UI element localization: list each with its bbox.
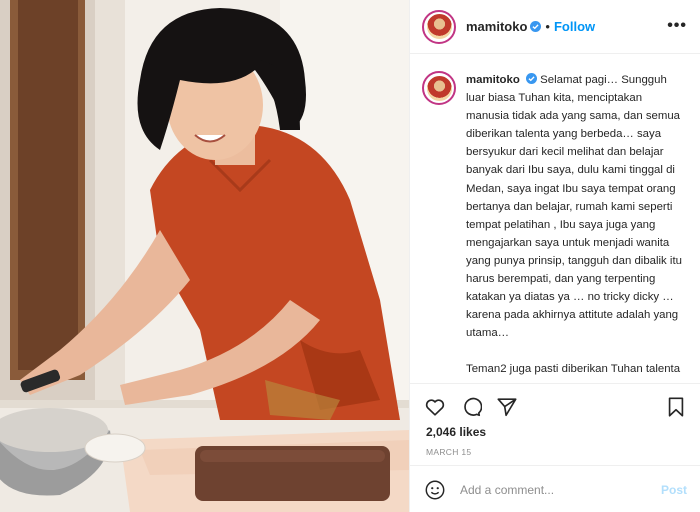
post-header: mamitoko • Follow ••• bbox=[410, 0, 700, 54]
verified-badge-icon bbox=[525, 73, 537, 84]
comment-bar: Post bbox=[410, 465, 700, 512]
username[interactable]: mamitoko bbox=[466, 19, 527, 34]
heart-icon[interactable] bbox=[424, 396, 446, 418]
caption-username[interactable]: mamitoko bbox=[466, 74, 520, 86]
caption-lead: Selamat pagi… Sungguh luar biasa Tuhan k… bbox=[466, 74, 682, 340]
photo-image bbox=[0, 0, 409, 512]
avatar[interactable] bbox=[422, 9, 456, 44]
caption-area[interactable]: mamitoko Selamat pagi… Sungguh luar bias… bbox=[410, 55, 700, 382]
post-comment-button[interactable]: Post bbox=[661, 483, 687, 497]
bookmark-icon[interactable] bbox=[665, 396, 687, 418]
share-icon[interactable] bbox=[496, 396, 518, 418]
separator-dot: • bbox=[545, 19, 550, 34]
more-options-icon[interactable]: ••• bbox=[667, 17, 687, 35]
emoji-icon[interactable] bbox=[424, 479, 446, 501]
actions-section: 2,046 likes MARCH 15 Post bbox=[410, 383, 700, 512]
caption-second-paragraph: Teman2 juga pasti diberikan Tuhan talent… bbox=[466, 363, 681, 382]
post-side-panel: mamitoko • Follow ••• mamitoko Selamat p… bbox=[409, 0, 700, 512]
post-date[interactable]: MARCH 15 bbox=[426, 447, 471, 457]
caption-row: mamitoko Selamat pagi… Sungguh luar bias… bbox=[422, 71, 689, 382]
comment-input[interactable] bbox=[460, 482, 650, 497]
post-photo[interactable] bbox=[0, 0, 409, 512]
caption-avatar[interactable] bbox=[422, 71, 456, 105]
follow-button[interactable]: Follow bbox=[554, 19, 595, 34]
likes-count[interactable]: 2,046 likes bbox=[426, 425, 486, 439]
caption-text: mamitoko Selamat pagi… Sungguh luar bias… bbox=[466, 71, 687, 382]
verified-badge-icon bbox=[530, 21, 542, 32]
comment-icon[interactable] bbox=[460, 396, 482, 418]
action-icons bbox=[424, 396, 518, 418]
